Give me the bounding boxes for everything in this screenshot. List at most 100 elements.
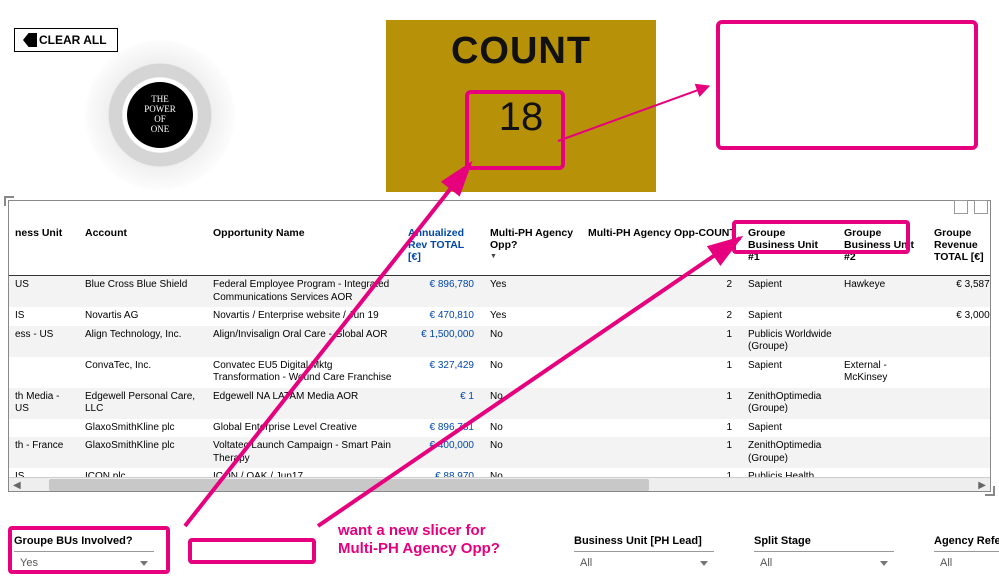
- cell-annualized-rev: € 896,781: [402, 419, 484, 438]
- col-multi-ph-opp-count[interactable]: Multi-PH Agency Opp-COUNT: [582, 223, 742, 276]
- cell-annualized-rev: € 327,429: [402, 357, 484, 388]
- annotation-box-count: [465, 90, 565, 170]
- cell-groupe-bu1: ZenithOptimedia (Groupe): [742, 437, 838, 468]
- cell-business-unit: th - France: [9, 437, 79, 468]
- cell-groupe-bu2: External - McKinsey: [838, 357, 928, 388]
- scroll-thumb[interactable]: [49, 479, 649, 491]
- cell-opportunity: Global Enterprise Level Creative: [207, 419, 402, 438]
- cell-multi-ph-count: 1: [582, 388, 742, 419]
- cell-groupe-bu2: [838, 468, 928, 477]
- col-opportunity-name[interactable]: Opportunity Name: [207, 223, 402, 276]
- annotation-box-columns: [732, 220, 910, 254]
- cell-groupe-rev: [928, 326, 990, 357]
- cell-multi-ph-count: 1: [582, 326, 742, 357]
- cell-groupe-bu1: Sapient: [742, 276, 838, 308]
- slicer-title: Business Unit [PH Lead]: [574, 535, 714, 552]
- cell-business-unit: th Media - US: [9, 388, 79, 419]
- cell-account: GlaxoSmithKline plc: [79, 419, 207, 438]
- cell-multi-ph: No: [484, 468, 582, 477]
- more-options-icon[interactable]: [974, 200, 988, 214]
- cell-groupe-rev: [928, 419, 990, 438]
- slicer-dropdown[interactable]: All: [934, 554, 999, 572]
- table-row[interactable]: ConvaTec, Inc.Convatec EU5 Digital Mktg …: [9, 357, 990, 388]
- slicer-agency-referred-by[interactable]: Agency Referred By All: [934, 535, 999, 572]
- cell-annualized-rev: € 400,000: [402, 437, 484, 468]
- table-row[interactable]: ISICON plcICON / OAK / Jun17€ 88,970No1P…: [9, 468, 990, 477]
- cell-annualized-rev: € 88,970: [402, 468, 484, 477]
- count-title: COUNT: [451, 30, 591, 73]
- cell-business-unit: US: [9, 276, 79, 308]
- col-multi-ph-opp[interactable]: Multi-PH Agency Opp?: [484, 223, 582, 276]
- cell-opportunity: Voltatec Launch Campaign - Smart Pain Th…: [207, 437, 402, 468]
- cell-account: Edgewell Personal Care, LLC: [79, 388, 207, 419]
- cell-multi-ph-count: 1: [582, 468, 742, 477]
- cell-multi-ph: No: [484, 419, 582, 438]
- cell-business-unit: ess - US: [9, 326, 79, 357]
- cell-groupe-bu2: [838, 419, 928, 438]
- cell-multi-ph: Yes: [484, 276, 582, 308]
- cell-groupe-bu1: ZenithOptimedia (Groupe): [742, 388, 838, 419]
- cell-account: ICON plc: [79, 468, 207, 477]
- cell-groupe-rev: [928, 357, 990, 388]
- cell-groupe-rev: [928, 468, 990, 477]
- col-account[interactable]: Account: [79, 223, 207, 276]
- scroll-left-arrow[interactable]: ◀: [13, 480, 21, 491]
- table-row[interactable]: ess - USAlign Technology, Inc.Align/Invi…: [9, 326, 990, 357]
- annotation-box-empty-slicer: [188, 538, 316, 564]
- table-row[interactable]: th Media - USEdgewell Personal Care, LLC…: [9, 388, 990, 419]
- cell-annualized-rev: € 1: [402, 388, 484, 419]
- cell-business-unit: [9, 357, 79, 388]
- cell-annualized-rev: € 896,780: [402, 276, 484, 308]
- slicer-title: Split Stage: [754, 535, 894, 552]
- cell-opportunity: Novartis / Enterprise website / Jun 19: [207, 307, 402, 326]
- cell-account: GlaxoSmithKline plc: [79, 437, 207, 468]
- annotation-box-top-right: [716, 20, 978, 150]
- cell-groupe-bu1: Sapient: [742, 357, 838, 388]
- cell-account: ConvaTec, Inc.: [79, 357, 207, 388]
- cell-groupe-bu1: Sapient: [742, 307, 838, 326]
- cell-annualized-rev: € 1,500,000: [402, 326, 484, 357]
- cell-multi-ph: No: [484, 437, 582, 468]
- cell-groupe-bu2: [838, 388, 928, 419]
- annotation-text: want a new slicer for Multi-PH Agency Op…: [338, 522, 500, 558]
- cell-opportunity: Align/Invisalign Oral Care - Global AOR: [207, 326, 402, 357]
- focus-mode-icon[interactable]: [954, 200, 968, 214]
- table-row[interactable]: ISNovartis AGNovartis / Enterprise websi…: [9, 307, 990, 326]
- cell-groupe-bu2: [838, 307, 928, 326]
- cell-opportunity: Federal Employee Program - Integrated Co…: [207, 276, 402, 308]
- cell-groupe-rev: € 3,000,0: [928, 307, 990, 326]
- cell-multi-ph: No: [484, 357, 582, 388]
- cell-opportunity: Edgewell NA LATAM Media AOR: [207, 388, 402, 419]
- table-row[interactable]: GlaxoSmithKline plcGlobal Enterprise Lev…: [9, 419, 990, 438]
- cell-opportunity: ICON / OAK / Jun17: [207, 468, 402, 477]
- cell-multi-ph-count: 1: [582, 437, 742, 468]
- table-row[interactable]: USBlue Cross Blue ShieldFederal Employee…: [9, 276, 990, 308]
- annotation-box-slicer: [8, 526, 170, 574]
- col-annualized-rev[interactable]: Annualized Rev TOTAL [€]: [402, 223, 484, 276]
- cell-groupe-bu1: Publicis Health Media - US: [742, 468, 838, 477]
- horizontal-scrollbar[interactable]: ◀ ▶: [9, 477, 990, 491]
- slicer-dropdown[interactable]: All: [754, 554, 894, 572]
- table-row[interactable]: th - FranceGlaxoSmithKline plcVoltatec L…: [9, 437, 990, 468]
- cell-multi-ph: No: [484, 388, 582, 419]
- cell-multi-ph: Yes: [484, 307, 582, 326]
- cell-groupe-rev: [928, 437, 990, 468]
- logo: THE POWER OF ONE: [85, 40, 235, 190]
- scroll-right-arrow[interactable]: ▶: [978, 480, 986, 491]
- cell-groupe-rev: [928, 388, 990, 419]
- slicer-split-stage[interactable]: Split Stage All: [754, 535, 894, 572]
- cell-groupe-bu1: Sapient: [742, 419, 838, 438]
- data-table: ness Unit Account Opportunity Name Annua…: [9, 223, 990, 477]
- cell-groupe-bu2: [838, 437, 928, 468]
- cell-account: Novartis AG: [79, 307, 207, 326]
- cell-opportunity: Convatec EU5 Digital Mktg Transformation…: [207, 357, 402, 388]
- cell-groupe-bu2: [838, 326, 928, 357]
- slicer-title: Agency Referred By: [934, 535, 999, 552]
- col-groupe-revenue[interactable]: Groupe Revenue TOTAL [€]: [928, 223, 990, 276]
- slicer-business-unit[interactable]: Business Unit [PH Lead] All: [574, 535, 714, 572]
- col-business-unit[interactable]: ness Unit: [9, 223, 79, 276]
- cell-multi-ph: No: [484, 326, 582, 357]
- cell-groupe-bu1: Publicis Worldwide (Groupe): [742, 326, 838, 357]
- slicer-dropdown[interactable]: All: [574, 554, 714, 572]
- cell-business-unit: IS: [9, 307, 79, 326]
